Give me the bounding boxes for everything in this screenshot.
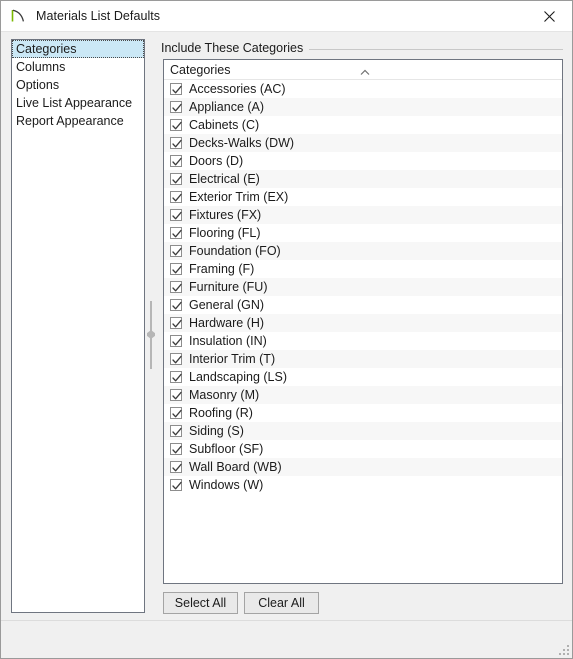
category-checkbox[interactable] (170, 173, 182, 185)
category-label: Roofing (R) (189, 406, 253, 420)
sidebar-item-categories[interactable]: Categories (12, 40, 144, 58)
category-checkbox[interactable] (170, 227, 182, 239)
category-label: Accessories (AC) (189, 82, 286, 96)
category-checkbox[interactable] (170, 191, 182, 203)
category-checkbox[interactable] (170, 407, 182, 419)
category-label: Subfloor (SF) (189, 442, 264, 456)
column-header-label: Categories (170, 63, 231, 77)
window-title: Materials List Defaults (36, 9, 161, 23)
category-checkbox[interactable] (170, 443, 182, 455)
settings-category-list[interactable]: Categories Columns Options Live List App… (11, 39, 145, 613)
category-label: General (GN) (189, 298, 265, 312)
clear-all-button[interactable]: Clear All (244, 592, 319, 614)
category-row[interactable]: Decks-Walks (DW) (164, 134, 562, 152)
category-row[interactable]: Wall Board (WB) (164, 458, 562, 476)
sidebar-item-report-appearance[interactable]: Report Appearance (12, 112, 144, 130)
title-separator (1, 31, 572, 32)
category-checkbox[interactable] (170, 155, 182, 167)
category-row[interactable]: Furniture (FU) (164, 278, 562, 296)
category-label: Wall Board (WB) (189, 460, 282, 474)
category-row[interactable]: Flooring (FL) (164, 224, 562, 242)
category-row[interactable]: Electrical (E) (164, 170, 562, 188)
sort-ascending-chevron-icon (360, 62, 370, 75)
category-checkbox[interactable] (170, 245, 182, 257)
categories-listbox[interactable]: Categories Accessories (AC) Appliance (A)… (163, 59, 563, 584)
category-label: Foundation (FO) (189, 244, 281, 258)
category-label: Electrical (E) (189, 172, 260, 186)
category-label: Hardware (H) (189, 316, 265, 330)
category-checkbox[interactable] (170, 371, 182, 383)
category-checkbox[interactable] (170, 281, 182, 293)
category-row[interactable]: Hardware (H) (164, 314, 562, 332)
category-checkbox[interactable] (170, 425, 182, 437)
chief-architect-logo-icon (10, 8, 26, 24)
category-label: Insulation (IN) (189, 334, 267, 348)
category-row[interactable]: Accessories (AC) (164, 80, 562, 98)
splitter-grip-icon (147, 330, 155, 339)
category-label: Appliance (A) (189, 100, 265, 114)
panel-splitter-handle[interactable] (147, 301, 155, 369)
column-header-categories[interactable]: Categories (164, 60, 562, 80)
category-checkbox[interactable] (170, 137, 182, 149)
category-label: Fixtures (FX) (189, 208, 262, 222)
category-label: Doors (D) (189, 154, 244, 168)
category-row[interactable]: Framing (F) (164, 260, 562, 278)
category-checkbox[interactable] (170, 83, 182, 95)
dialog-footer: OK Cancel Help (1, 621, 572, 658)
category-label: Exterior Trim (EX) (189, 190, 289, 204)
sidebar-item-columns[interactable]: Columns (12, 58, 144, 76)
category-label: Windows (W) (189, 478, 264, 492)
category-row[interactable]: Subfloor (SF) (164, 440, 562, 458)
sidebar-item-live-list-appearance[interactable]: Live List Appearance (12, 94, 144, 112)
category-checkbox[interactable] (170, 353, 182, 365)
category-row[interactable]: Foundation (FO) (164, 242, 562, 260)
category-checkbox[interactable] (170, 479, 182, 491)
resize-grip-icon[interactable] (558, 644, 569, 655)
category-checkbox[interactable] (170, 299, 182, 311)
category-rows: Accessories (AC) Appliance (A) Cabinets (C… (164, 80, 562, 494)
category-checkbox[interactable] (170, 335, 182, 347)
category-label: Cabinets (C) (189, 118, 260, 132)
category-row[interactable]: Doors (D) (164, 152, 562, 170)
category-row[interactable]: Exterior Trim (EX) (164, 188, 562, 206)
category-checkbox[interactable] (170, 263, 182, 275)
category-label: Framing (F) (189, 262, 255, 276)
category-label: Decks-Walks (DW) (189, 136, 295, 150)
category-row[interactable]: General (GN) (164, 296, 562, 314)
category-row[interactable]: Fixtures (FX) (164, 206, 562, 224)
category-row[interactable]: Windows (W) (164, 476, 562, 494)
category-checkbox[interactable] (170, 209, 182, 221)
category-row[interactable]: Cabinets (C) (164, 116, 562, 134)
category-label: Flooring (FL) (189, 226, 261, 240)
category-label: Siding (S) (189, 424, 244, 438)
category-label: Masonry (M) (189, 388, 260, 402)
include-categories-groupbox: Include These Categories (161, 41, 563, 55)
category-row[interactable]: Landscaping (LS) (164, 368, 562, 386)
category-label: Furniture (FU) (189, 280, 268, 294)
category-row[interactable]: Interior Trim (T) (164, 350, 562, 368)
materials-list-defaults-dialog: Materials List Defaults Categories Colum… (0, 0, 573, 659)
category-checkbox[interactable] (170, 101, 182, 113)
category-row[interactable]: Roofing (R) (164, 404, 562, 422)
sidebar-item-options[interactable]: Options (12, 76, 144, 94)
category-checkbox[interactable] (170, 317, 182, 329)
category-row[interactable]: Masonry (M) (164, 386, 562, 404)
groupbox-label: Include These Categories (161, 41, 310, 55)
category-checkbox[interactable] (170, 389, 182, 401)
title-bar: Materials List Defaults (1, 1, 572, 31)
category-row[interactable]: Appliance (A) (164, 98, 562, 116)
category-checkbox[interactable] (170, 119, 182, 131)
category-row[interactable]: Siding (S) (164, 422, 562, 440)
category-checkbox[interactable] (170, 461, 182, 473)
category-label: Landscaping (LS) (189, 370, 287, 384)
close-icon[interactable] (527, 1, 572, 31)
select-all-button[interactable]: Select All (163, 592, 238, 614)
category-label: Interior Trim (T) (189, 352, 276, 366)
category-row[interactable]: Insulation (IN) (164, 332, 562, 350)
